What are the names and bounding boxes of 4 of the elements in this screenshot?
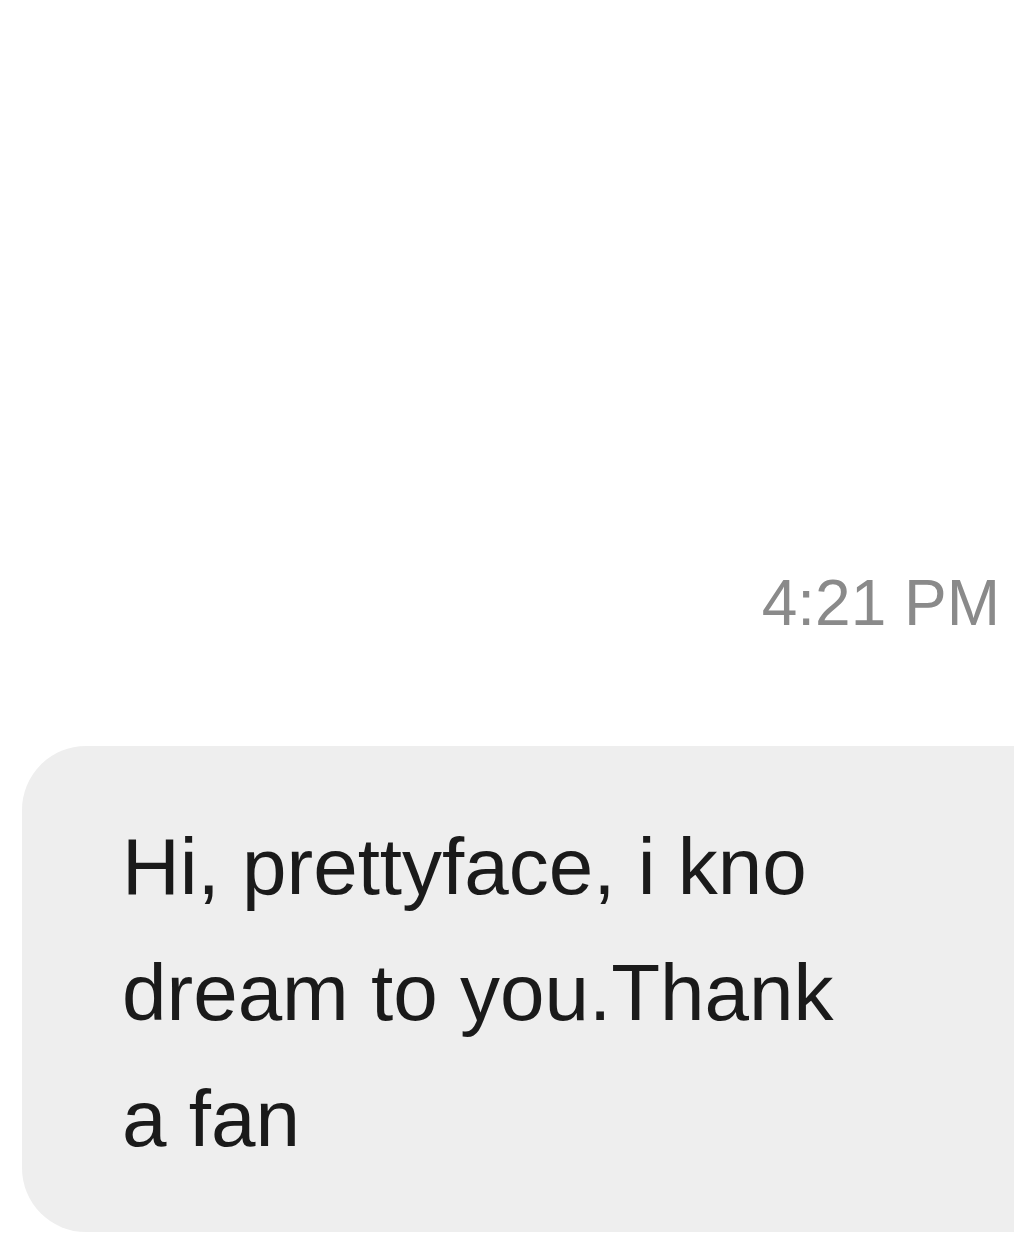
message-timestamp: 4:21 PM [761, 568, 1001, 639]
message-text-line: dream to you.Thank [122, 947, 835, 1040]
message-text-line: Hi, prettyface, i kno [122, 821, 808, 914]
message-text-line: a fan [122, 1073, 301, 1166]
